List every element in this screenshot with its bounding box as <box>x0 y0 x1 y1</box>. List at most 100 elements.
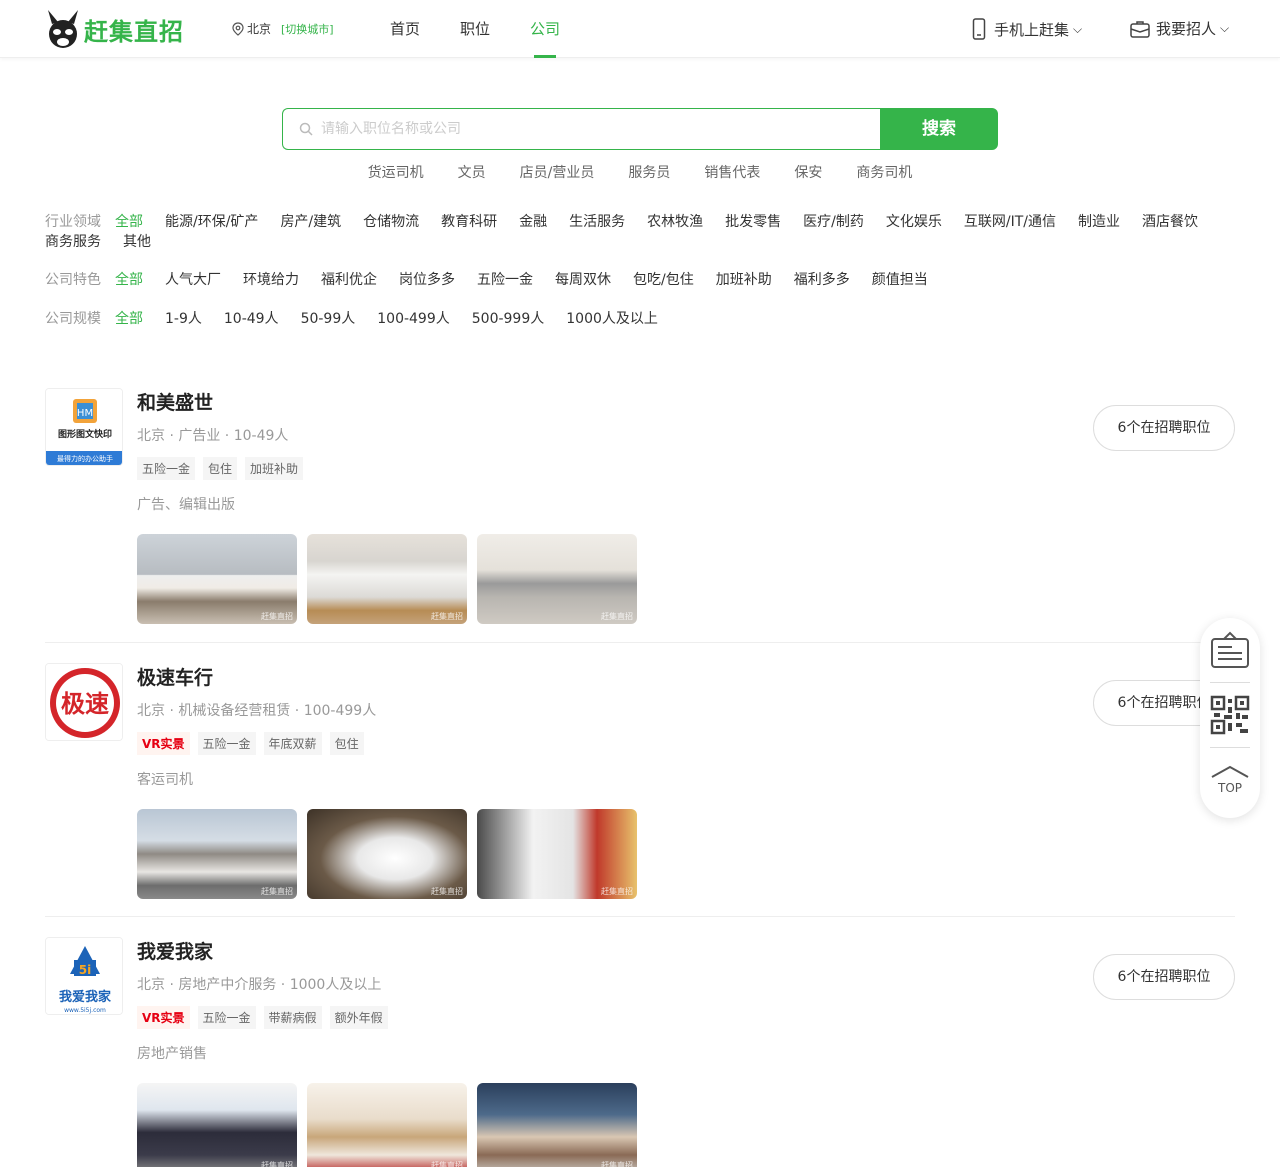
filter-option[interactable]: 五险一金 <box>477 272 533 288</box>
company-photo[interactable]: 赶集直招 <box>307 534 467 624</box>
filter-option[interactable]: 互联网/IT/通信 <box>964 214 1056 230</box>
welfare-tag: 五险一金 <box>137 457 196 480</box>
filter-option[interactable]: 福利优企 <box>321 272 377 288</box>
filter-option[interactable]: 1-9人 <box>165 311 202 327</box>
filter-option[interactable]: 环境给力 <box>243 272 299 288</box>
divider <box>45 642 1235 643</box>
filter-option[interactable]: 教育科研 <box>441 214 497 230</box>
hot-keyword[interactable]: 服务员 <box>628 162 670 182</box>
company-photos: 赶集直招 赶集直招 赶集直招 <box>137 534 647 624</box>
filter-option[interactable]: 福利多多 <box>794 272 850 288</box>
nav-company[interactable]: 公司 <box>530 0 560 58</box>
svg-text:极速: 极速 <box>61 690 109 718</box>
company-info: 我爱我家 北京 · 房地产中介服务 · 1000人及以上 VR实景 五险一金 带… <box>137 937 647 1167</box>
filter-label: 行业领域 <box>45 214 101 230</box>
open-positions-button[interactable]: 6个在招聘职位 <box>1093 954 1235 1000</box>
filter-option[interactable]: 房产/建筑 <box>280 214 341 230</box>
company-desc: 客运司机 <box>137 772 193 788</box>
hot-keywords: 货运司机 文员 店员/营业员 服务员 销售代表 保安 商务司机 <box>0 162 1280 182</box>
filter-option[interactable]: 颜值担当 <box>872 272 928 288</box>
company-photo[interactable]: 赶集直招 <box>477 809 637 899</box>
filter-option[interactable]: 50-99人 <box>301 311 356 327</box>
filter-option[interactable]: 酒店餐饮 <box>1142 214 1198 230</box>
company-photo[interactable]: 赶集直招 <box>137 1083 297 1167</box>
filter-option[interactable]: 全部 <box>115 214 143 230</box>
company-logo[interactable]: HM 图形图文快印 最得力的办公助手 <box>45 388 123 466</box>
filter-option[interactable]: 全部 <box>115 311 143 327</box>
svg-text:我爱我家: 我爱我家 <box>59 989 112 1005</box>
company-photo[interactable]: 赶集直招 <box>307 1083 467 1167</box>
filter-option[interactable]: 500-999人 <box>472 311 545 327</box>
filter-option[interactable]: 仓储物流 <box>363 214 419 230</box>
vr-badge[interactable]: VR实景 <box>137 1006 190 1029</box>
vr-badge[interactable]: VR实景 <box>137 732 190 755</box>
hot-keyword[interactable]: 保安 <box>794 162 822 182</box>
company-tags: VR实景 五险一金 带薪病假 额外年假 <box>137 1006 647 1029</box>
company-card[interactable]: HM 图形图文快印 最得力的办公助手 和美盛世 北京 · 广告业 · 10-49… <box>45 388 1235 624</box>
company-meta: 北京 · 房地产中介服务 · 1000人及以上 <box>137 977 382 993</box>
company-photo[interactable]: 赶集直招 <box>477 1083 637 1167</box>
hot-keyword[interactable]: 销售代表 <box>704 162 760 182</box>
filter-option[interactable]: 包吃/包住 <box>633 272 694 288</box>
welfare-tag: 五险一金 <box>197 1006 256 1029</box>
location-pin-icon <box>232 21 244 36</box>
brand-logo[interactable]: 赶集直招 <box>44 8 184 50</box>
company-photo[interactable]: 赶集直招 <box>137 809 297 899</box>
feedback-button[interactable] <box>1200 618 1260 682</box>
welfare-tag: 额外年假 <box>329 1006 388 1029</box>
hot-keyword[interactable]: 货运司机 <box>368 162 424 182</box>
filter-option[interactable]: 医疗/制药 <box>803 214 864 230</box>
company-logo[interactable]: 极速 <box>45 663 123 741</box>
company-desc: 房地产销售 <box>137 1046 207 1062</box>
company-photo[interactable]: 赶集直招 <box>477 534 637 624</box>
filter-label: 公司规模 <box>45 311 101 327</box>
mobile-menu[interactable]: 手机上赶集 ⌵ <box>972 18 1082 40</box>
nav-home[interactable]: 首页 <box>390 0 420 58</box>
filter-option[interactable]: 人气大厂 <box>165 272 221 288</box>
search-button[interactable]: 搜索 <box>880 108 998 150</box>
filter-option[interactable]: 加班补助 <box>716 272 772 288</box>
filter-size: 公司规模 全部 1-9人 10-49人 50-99人 100-499人 500-999人 10… <box>45 309 1225 329</box>
recruit-menu[interactable]: 我要招人 ⌵ <box>1130 18 1229 39</box>
company-photo[interactable]: 赶集直招 <box>137 534 297 624</box>
filter-option[interactable]: 能源/环保/矿产 <box>165 214 258 230</box>
welfare-tag: 包住 <box>203 457 238 480</box>
welfare-tag: 加班补助 <box>245 457 304 480</box>
switch-city-link[interactable]: [切换城市] <box>281 21 334 37</box>
qrcode-button[interactable] <box>1200 683 1260 747</box>
filter-option[interactable]: 100-499人 <box>377 311 450 327</box>
hot-keyword[interactable]: 店员/营业员 <box>520 162 595 182</box>
svg-text:www.5i5j.com: www.5i5j.com <box>64 1007 106 1014</box>
hot-keyword[interactable]: 文员 <box>458 162 486 182</box>
filter-option[interactable]: 生活服务 <box>569 214 625 230</box>
search-input[interactable] <box>321 121 861 137</box>
filter-option[interactable]: 商务服务 <box>45 234 101 250</box>
back-to-top-button[interactable]: TOP <box>1200 748 1260 812</box>
filter-option[interactable]: 10-49人 <box>224 311 279 327</box>
filter-option[interactable]: 全部 <box>115 272 143 288</box>
city-selector[interactable]: 北京 [切换城市] <box>232 20 334 37</box>
company-photo[interactable]: 赶集直招 <box>307 809 467 899</box>
filter-option[interactable]: 每周双休 <box>555 272 611 288</box>
company-logo[interactable]: 5i 我爱我家 www.5i5j.com <box>45 937 123 1015</box>
nav-jobs[interactable]: 职位 <box>460 0 490 58</box>
filter-option[interactable]: 岗位多多 <box>399 272 455 288</box>
filter-option[interactable]: 金融 <box>519 214 547 230</box>
brand-name: 赶集直招 <box>84 17 184 46</box>
filter-option[interactable]: 制造业 <box>1078 214 1120 230</box>
filter-option[interactable]: 文化娱乐 <box>886 214 942 230</box>
company-name[interactable]: 我爱我家 <box>137 937 647 964</box>
filter-option[interactable]: 1000人及以上 <box>566 311 658 327</box>
company-card[interactable]: 5i 我爱我家 www.5i5j.com 我爱我家 北京 · 房地产中介服务 ·… <box>45 937 1235 1167</box>
company-name[interactable]: 和美盛世 <box>137 388 647 415</box>
filter-option[interactable]: 其他 <box>123 234 151 250</box>
filter-option[interactable]: 批发零售 <box>725 214 781 230</box>
company-card[interactable]: 极速 极速车行 北京 · 机械设备经营租赁 · 100-499人 VR实景 五险… <box>45 663 1235 899</box>
open-positions-button[interactable]: 6个在招聘职位 <box>1093 405 1235 451</box>
welfare-tag: 五险一金 <box>197 732 256 755</box>
hot-keyword[interactable]: 商务司机 <box>856 162 912 182</box>
filter-label: 公司特色 <box>45 272 101 288</box>
company-name[interactable]: 极速车行 <box>137 663 647 690</box>
company-photos: 赶集直招 赶集直招 赶集直招 <box>137 809 647 899</box>
filter-option[interactable]: 农林牧渔 <box>647 214 703 230</box>
